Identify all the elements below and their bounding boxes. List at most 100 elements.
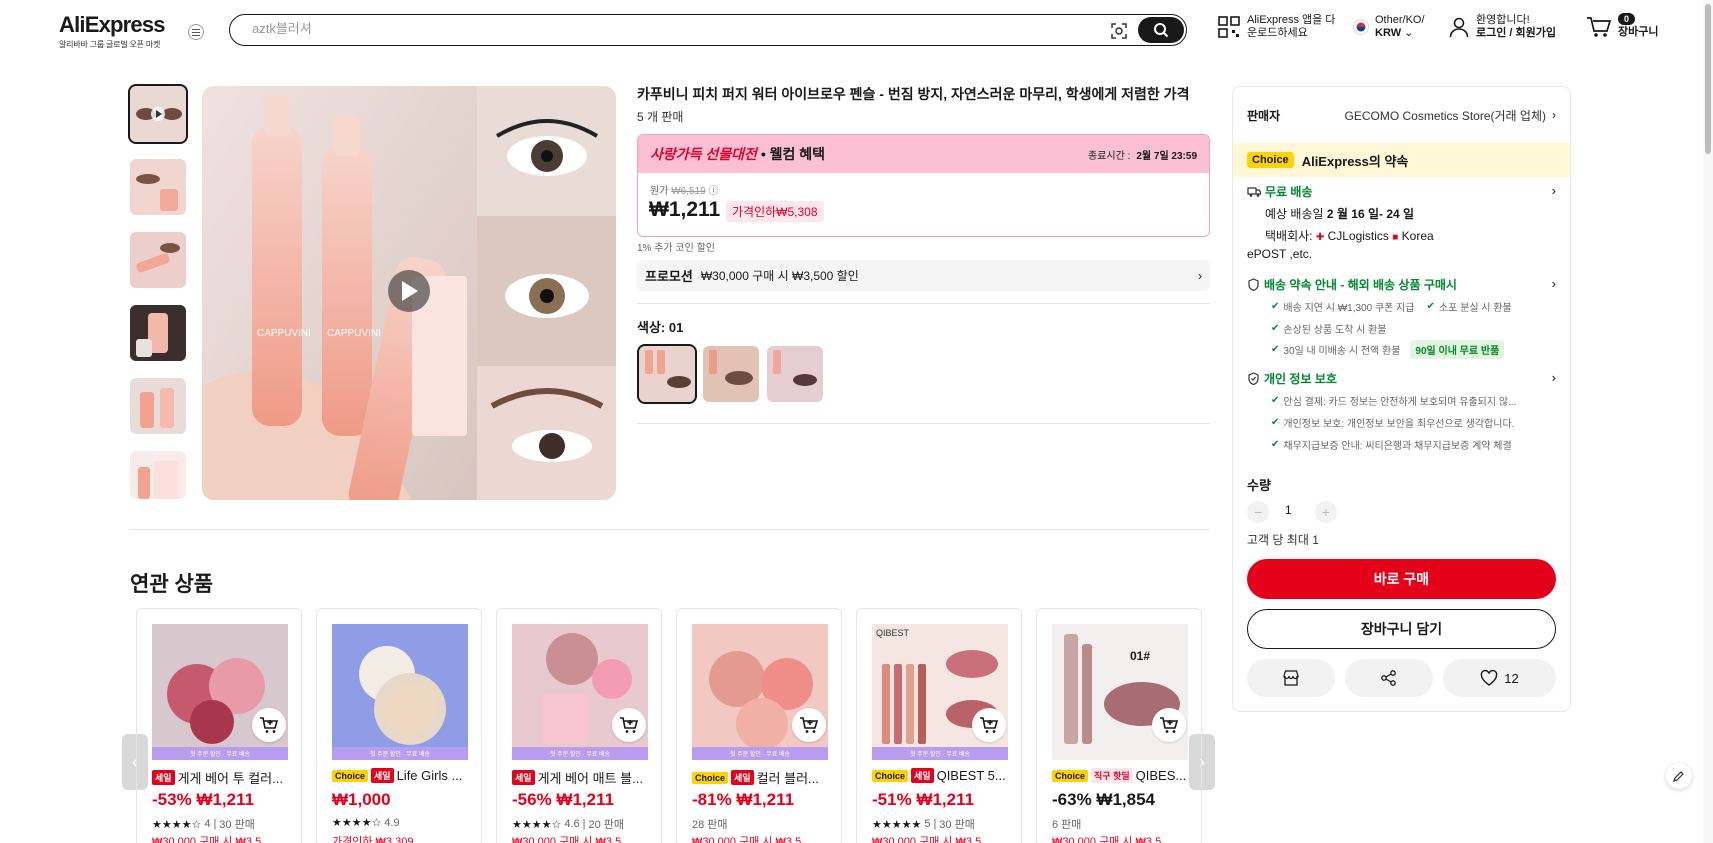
sold-count: 30 판매 bbox=[939, 819, 975, 831]
product-image bbox=[332, 624, 468, 760]
add-to-cart-icon[interactable] bbox=[972, 708, 1006, 742]
related-product-card[interactable]: 첫 주문 할인 · 무료 배송 세일 게게 베어 매트 블... -56% ₩1,… bbox=[496, 608, 662, 843]
rating-value: 4.9 bbox=[384, 816, 400, 829]
info-icon[interactable]: ⓘ bbox=[708, 186, 718, 197]
rating-value: 4 bbox=[204, 818, 211, 830]
free-shipping-label: 무료 배송 bbox=[1265, 185, 1313, 199]
est-delivery-label: 예상 배송일 bbox=[1265, 207, 1324, 221]
region-currency-selector[interactable]: Other/KO/KRW ⌄ bbox=[1353, 14, 1425, 40]
related-product-card[interactable]: 첫 주문 할인 · 무료 배송 Choice 세일 Life Girls ... ₩… bbox=[316, 608, 482, 843]
product-name-text: 컬러 블러... bbox=[756, 771, 819, 786]
related-product-card[interactable]: 첫 주문 할인 · 무료 배송 Choice 세일 컬러 블러... -81% ₩1… bbox=[676, 608, 842, 843]
share-button[interactable] bbox=[1345, 659, 1433, 697]
cart-link[interactable]: 0 장바구니 bbox=[1586, 12, 1659, 39]
sale-tag: 세일 bbox=[911, 768, 934, 783]
privacy-text: 채무지급보증 안내: 씨티은행과 채무지급보증 계약 체결 bbox=[1283, 441, 1512, 452]
account-link[interactable]: 환영합니다! 로그인 / 회원가입 bbox=[1448, 14, 1556, 40]
add-to-cart-icon[interactable] bbox=[792, 708, 826, 742]
promo-welcome: • 웰컴 혜택 bbox=[756, 146, 826, 162]
add-to-cart-icon[interactable] bbox=[252, 708, 286, 742]
chevron-right-icon[interactable]: › bbox=[1552, 276, 1556, 291]
promotion-row[interactable]: 프로모션 ₩30,000 구매 시 ₩3,500 할인 › bbox=[637, 260, 1210, 291]
product-rating: 28 판매 bbox=[692, 816, 728, 832]
chevron-right-icon[interactable]: › bbox=[1552, 370, 1556, 385]
carrier-info: 택배회사: ✚ CJLogistics ■ Korea bbox=[1265, 227, 1434, 244]
guarantee-text: 손상된 상품 도착 시 환불 bbox=[1283, 325, 1387, 336]
category-menu-icon[interactable] bbox=[188, 24, 204, 40]
add-to-cart-icon[interactable] bbox=[1152, 708, 1186, 742]
rating-stars: ★★★★★ bbox=[872, 818, 922, 831]
free-shipping-title[interactable]: 무료 배송 bbox=[1247, 183, 1313, 200]
check-icon: ✔ bbox=[1271, 395, 1280, 406]
quantity-label: 수량 bbox=[1247, 478, 1271, 493]
color-swatch-03[interactable] bbox=[767, 346, 823, 402]
current-price: ₩1,211 bbox=[649, 198, 721, 221]
buy-now-button[interactable]: 바로 구매 bbox=[1247, 559, 1556, 599]
promotion-text: ₩30,000 구매 시 ₩3,500 할인 bbox=[700, 269, 859, 283]
color-swatch-02[interactable] bbox=[703, 346, 759, 402]
cart-label: 장바구니 bbox=[1618, 26, 1659, 38]
quantity-value[interactable]: 1 bbox=[1285, 503, 1292, 517]
search-button[interactable] bbox=[1138, 17, 1184, 43]
choice-promise-text: AliExpress의 약속 bbox=[1301, 153, 1409, 169]
hot-deal-tag: 직구 핫딜 bbox=[1091, 768, 1133, 783]
store-button[interactable] bbox=[1247, 659, 1335, 697]
rating-value: 4.6 bbox=[564, 818, 580, 830]
thumbnail-video[interactable] bbox=[128, 84, 188, 144]
chevron-right-icon[interactable]: › bbox=[1552, 183, 1556, 198]
add-to-cart-icon[interactable] bbox=[612, 708, 646, 742]
privacy-text: 개인정보 보호: 개인정보 보안을 최우선으로 생각합니다. bbox=[1283, 419, 1515, 430]
sold-count: 20 판매 bbox=[588, 819, 625, 831]
thumbnail-4[interactable] bbox=[130, 305, 186, 361]
product-name-text: QIBES... bbox=[1135, 768, 1187, 783]
seller-row[interactable]: 판매자 GECOMO Cosmetics Store(거래 업체) › bbox=[1233, 87, 1570, 143]
korea-post-logo-icon: ■ bbox=[1392, 232, 1399, 243]
thumbnail-3[interactable] bbox=[130, 232, 186, 288]
chevron-right-icon: › bbox=[1198, 268, 1202, 283]
scrollbar-thumb[interactable] bbox=[1705, 4, 1711, 154]
thumbnail-2[interactable] bbox=[130, 159, 186, 215]
est-delivery-date: 2 월 16 일- 24 일 bbox=[1326, 207, 1415, 221]
search-input[interactable] bbox=[252, 21, 1052, 36]
seller-name: GECOMO Cosmetics Store(거래 업체) bbox=[1344, 108, 1546, 123]
rating-stars: ★★★★☆ bbox=[512, 818, 562, 831]
login-signup-text: 로그인 / 회원가입 bbox=[1476, 27, 1557, 39]
carrier-korea: Korea bbox=[1401, 229, 1434, 243]
color-swatch-01[interactable] bbox=[637, 344, 697, 404]
guarantee-text: 배송 지연 시 ₩1,300 쿠폰 지급 bbox=[1283, 303, 1415, 314]
wishlist-button[interactable]: 12 bbox=[1443, 659, 1556, 697]
privacy-item: ✔ 개인정보 보호: 개인정보 보안을 최우선으로 생각합니다. bbox=[1271, 415, 1514, 430]
check-icon: ✔ bbox=[1426, 301, 1435, 312]
color-option-label: 색상: 01 bbox=[637, 320, 684, 335]
divider bbox=[637, 423, 1210, 424]
main-product-image[interactable]: CAPPUVINI CAPPUVINI bbox=[202, 86, 616, 500]
camera-search-icon[interactable] bbox=[1110, 22, 1128, 40]
product-name-text: 게게 베어 매트 블... bbox=[537, 771, 643, 786]
store-icon bbox=[1283, 670, 1299, 686]
aliexpress-logo[interactable]: AliExpress 알리바바 그룹 글로벌 오픈 마켓 bbox=[59, 12, 166, 50]
quantity-decrease-button[interactable]: − bbox=[1247, 501, 1269, 523]
thumbnail-5[interactable] bbox=[130, 378, 186, 434]
related-product-card[interactable]: QIBEST 첫 주문 할인 · 무료 배송 Choice 세일 QIBEST 5.… bbox=[856, 608, 1022, 843]
discount-badge: 가격인하₩5,308 bbox=[726, 201, 824, 222]
product-rating: ★★★★☆ 4.6 | 20 판매 bbox=[512, 818, 625, 831]
thumbnail-6[interactable] bbox=[130, 451, 186, 499]
app-download-link[interactable]: AliExpress 앱을 다 운로드하세요 bbox=[1217, 14, 1335, 40]
product-rating: ★★★★★ 5 | 30 판매 bbox=[872, 818, 975, 831]
original-price-row: 원가 ₩6,519 ⓘ bbox=[650, 182, 718, 197]
guarantee-item: ✔ 배송 지연 시 ₩1,300 쿠폰 지급 ✔ 소포 분실 시 환불 bbox=[1271, 299, 1512, 314]
cj-logo-icon: ✚ bbox=[1315, 232, 1325, 243]
related-product-card[interactable]: 첫 주문 할인 · 무료 배송 세일 게게 베어 투 컬러... -53% ₩1,… bbox=[136, 608, 302, 843]
first-order-strip: 첫 주문 할인 · 무료 배송 bbox=[872, 747, 1008, 760]
heart-icon bbox=[1481, 670, 1498, 686]
delivery-guarantee-title[interactable]: 배송 약속 안내 - 해외 배송 상품 구매시 bbox=[1247, 276, 1457, 293]
add-to-cart-button[interactable]: 장바구니 담기 bbox=[1247, 609, 1556, 649]
feedback-edit-icon[interactable] bbox=[1666, 763, 1692, 789]
sale-tag: 세일 bbox=[371, 768, 394, 783]
divider bbox=[637, 303, 1210, 304]
product-price: -53% ₩1,211 bbox=[152, 790, 255, 809]
quantity-increase-button[interactable]: + bbox=[1315, 501, 1337, 523]
check-icon: ✔ bbox=[1271, 301, 1280, 312]
related-product-card[interactable]: 01# Choice 직구 핫딜 QIBES... -63% ₩1,854 6 판매… bbox=[1036, 608, 1202, 843]
privacy-title[interactable]: 개인 정보 보호 bbox=[1247, 370, 1337, 387]
